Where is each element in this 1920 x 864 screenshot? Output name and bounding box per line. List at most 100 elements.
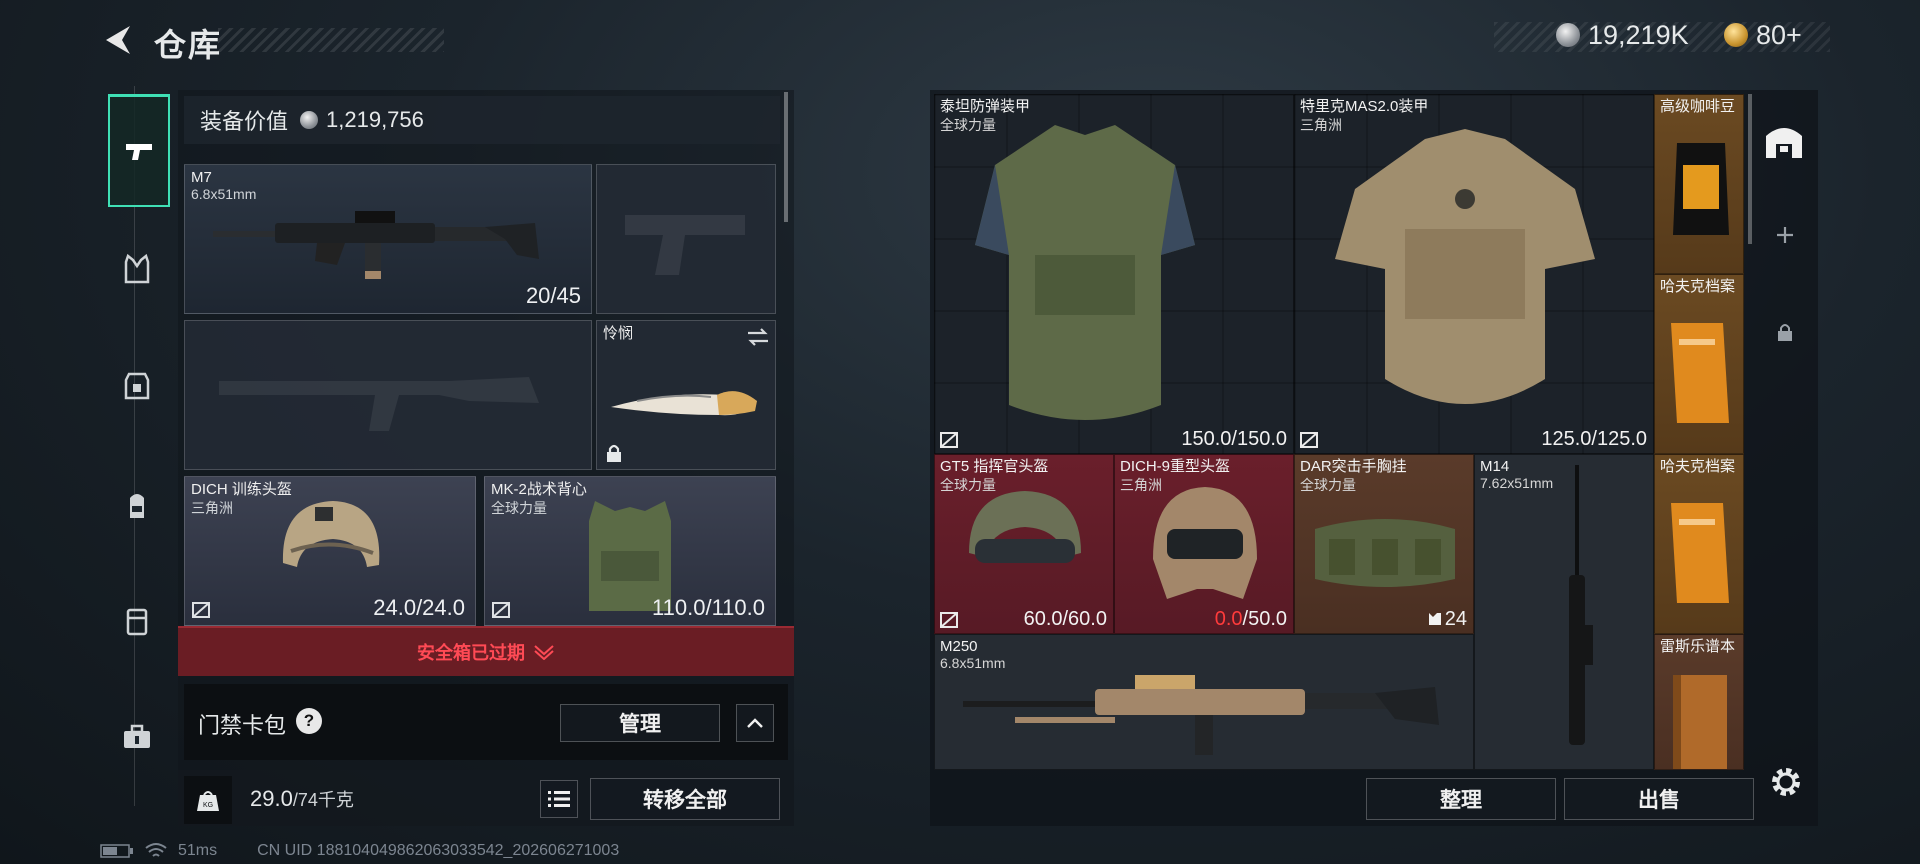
item-name: GT5 指挥官头盔 (940, 458, 1049, 475)
safebox-expired-bar[interactable]: 安全箱已过期 (178, 626, 794, 676)
item-m250-mg[interactable]: M250 6.8x51mm (934, 634, 1474, 770)
item-name: 哈夫克档案 (1660, 458, 1736, 475)
collapse-button[interactable] (736, 704, 774, 742)
sidebar-tab-backpack[interactable] (108, 476, 166, 534)
no-insurance-icon (192, 602, 210, 618)
pistol-silhouette-icon (625, 215, 745, 275)
safebox-expired-label: 安全箱已过期 (417, 643, 525, 663)
weight-current: 29.0 (250, 786, 293, 811)
weight-icon-box: KG (184, 776, 232, 824)
item-name: M250 (940, 638, 978, 655)
machine-gun-icon (963, 675, 1439, 755)
item-name: 雷斯乐谱本 (1660, 638, 1736, 655)
notebook-icon (1673, 675, 1727, 769)
no-insurance-icon (1300, 432, 1318, 448)
item-name: M14 (1480, 458, 1510, 475)
item-haavk-file-1[interactable]: 哈夫克档案 (1654, 274, 1744, 454)
equipment-value: 1,219,756 (326, 107, 424, 132)
keycard-label: 门禁卡包 (198, 713, 287, 738)
no-insurance-icon (940, 612, 958, 628)
item-gt5-helmet[interactable]: GT5 指挥官头盔 全球力量 60.0/60.0 (934, 454, 1114, 634)
sidebar-tab-case[interactable] (108, 592, 166, 650)
gold-currency[interactable]: 80+ (1724, 18, 1802, 52)
weight-readout: 29.0/74千克 (250, 786, 354, 812)
sidebar-tab-vest[interactable] (108, 240, 166, 298)
weapon-name: M7 (191, 169, 212, 186)
toolbox-icon (124, 724, 150, 748)
item-haavk-file-2[interactable]: 哈夫克档案 (1654, 454, 1744, 634)
item-rest-score[interactable]: 雷斯乐谱本 (1654, 634, 1744, 770)
item-capacity-value: 24 (1444, 608, 1467, 630)
item-name: DICH-9重型头盔 (1120, 458, 1231, 475)
silver-currency[interactable]: 19,219K (1556, 18, 1689, 52)
title-decoration (218, 28, 444, 52)
slot-melee[interactable]: 怜悯 (596, 320, 776, 470)
status-bar: 51ms CN UID 1881040498620630335​42_20260… (100, 842, 619, 860)
armor-plate-icon (124, 372, 150, 400)
wifi-icon (145, 843, 167, 857)
chevron-down-icon (534, 645, 554, 660)
armor-vest-icon (1335, 129, 1595, 404)
item-durability-max: /50.0 (1242, 608, 1287, 630)
item-dar-chest-rig[interactable]: DAR突击手胸挂 全球力量 24 (1294, 454, 1474, 634)
item-coffee-beans[interactable]: 高级咖啡豆 (1654, 94, 1744, 274)
item-titan-armor[interactable]: 泰坦防弹装甲 全球力量 150.0/150.0 (934, 94, 1294, 454)
chest-rig-icon (1315, 519, 1455, 587)
sidebar-tab-medkit[interactable] (108, 708, 166, 766)
item-durability: 150.0/150.0 (1181, 428, 1287, 450)
item-durability-current: 0.0 (1214, 608, 1243, 630)
item-capacity: 24 (1427, 608, 1467, 631)
item-m14-rifle[interactable]: M14 7.62x51mm (1474, 454, 1654, 770)
pistol-icon (126, 144, 152, 160)
item-tric-mas-armor[interactable]: 特里克MAS2.0装甲 三角洲 125.0/125.0 (1294, 94, 1654, 454)
plus-icon (1777, 227, 1793, 243)
slot-armor[interactable]: MK-2战术背心 全球力量 110.0/110.0 (484, 476, 776, 626)
gold-coin-icon (1724, 23, 1748, 47)
swap-icon[interactable] (745, 325, 771, 349)
sell-button[interactable]: 出售 (1564, 778, 1754, 820)
weapon-ammo: 20/45 (525, 283, 581, 308)
back-arrow-icon (106, 26, 130, 54)
manage-button[interactable]: 管理 (560, 704, 720, 742)
ping-value: 51ms (178, 842, 218, 859)
helmet-icon (282, 501, 380, 567)
lock-icon (1778, 324, 1792, 341)
slot-helmet[interactable]: DICH 训练头盔 三角洲 24.0/24.0 (184, 476, 476, 626)
item-durability: 0.0/50.0 (1215, 608, 1287, 631)
warehouse-add-button[interactable] (1774, 224, 1796, 251)
warehouse-grid[interactable]: 泰坦防弹装甲 全球力量 150.0/150.0 特里克MAS2.0装甲 三角洲 … (934, 94, 1744, 770)
slot-primary-weapon[interactable]: M7 6.8x51mm 20/45 (184, 164, 592, 314)
armor-durability: 110.0/110.0 (652, 595, 765, 620)
slot-pistol[interactable] (596, 164, 776, 314)
rifle-icon (1569, 465, 1593, 745)
equipment-scrollbar[interactable] (784, 92, 788, 222)
uid-text: CN UID 1881040498620630335​42_2026062710… (257, 842, 620, 859)
list-view-button[interactable] (540, 780, 578, 818)
settings-button[interactable] (1768, 764, 1804, 805)
item-name: DAR突击手胸挂 (1300, 458, 1407, 475)
warehouse-tab-main[interactable] (1762, 118, 1806, 167)
silver-coin-icon (1556, 23, 1580, 47)
item-dich9-helmet[interactable]: DICH-9重型头盔 三角洲 0.0/50.0 (1114, 454, 1294, 634)
warehouse-scrollbar[interactable] (1748, 94, 1752, 244)
sidebar-tab-weapons[interactable] (108, 94, 170, 207)
warehouse-locked-tab[interactable] (1776, 322, 1794, 347)
helmet-durability: 24.0/24.0 (373, 595, 465, 620)
knife-icon (611, 391, 757, 416)
sidebar-tab-backpack-armor[interactable] (108, 356, 166, 414)
melee-name: 怜悯 (603, 325, 634, 342)
equipment-value-label: 装备价值 (200, 109, 289, 134)
svg-text:KG: KG (203, 802, 213, 809)
vault-icon (1766, 128, 1802, 158)
chevron-up-icon (747, 718, 763, 728)
help-icon[interactable]: ? (296, 708, 322, 734)
keycard-panel: 门禁卡包 ? 管理 (184, 684, 788, 760)
slot-secondary-weapon[interactable] (184, 320, 592, 470)
back-button[interactable] (100, 22, 136, 58)
silver-coin-icon (300, 111, 319, 129)
item-durability: 60.0/60.0 (1023, 608, 1107, 630)
weight-max: /74千克 (292, 790, 354, 810)
transfer-all-button[interactable]: 转移全部 (590, 778, 780, 820)
sort-button[interactable]: 整理 (1366, 778, 1556, 820)
coffee-bag-icon (1673, 143, 1729, 235)
